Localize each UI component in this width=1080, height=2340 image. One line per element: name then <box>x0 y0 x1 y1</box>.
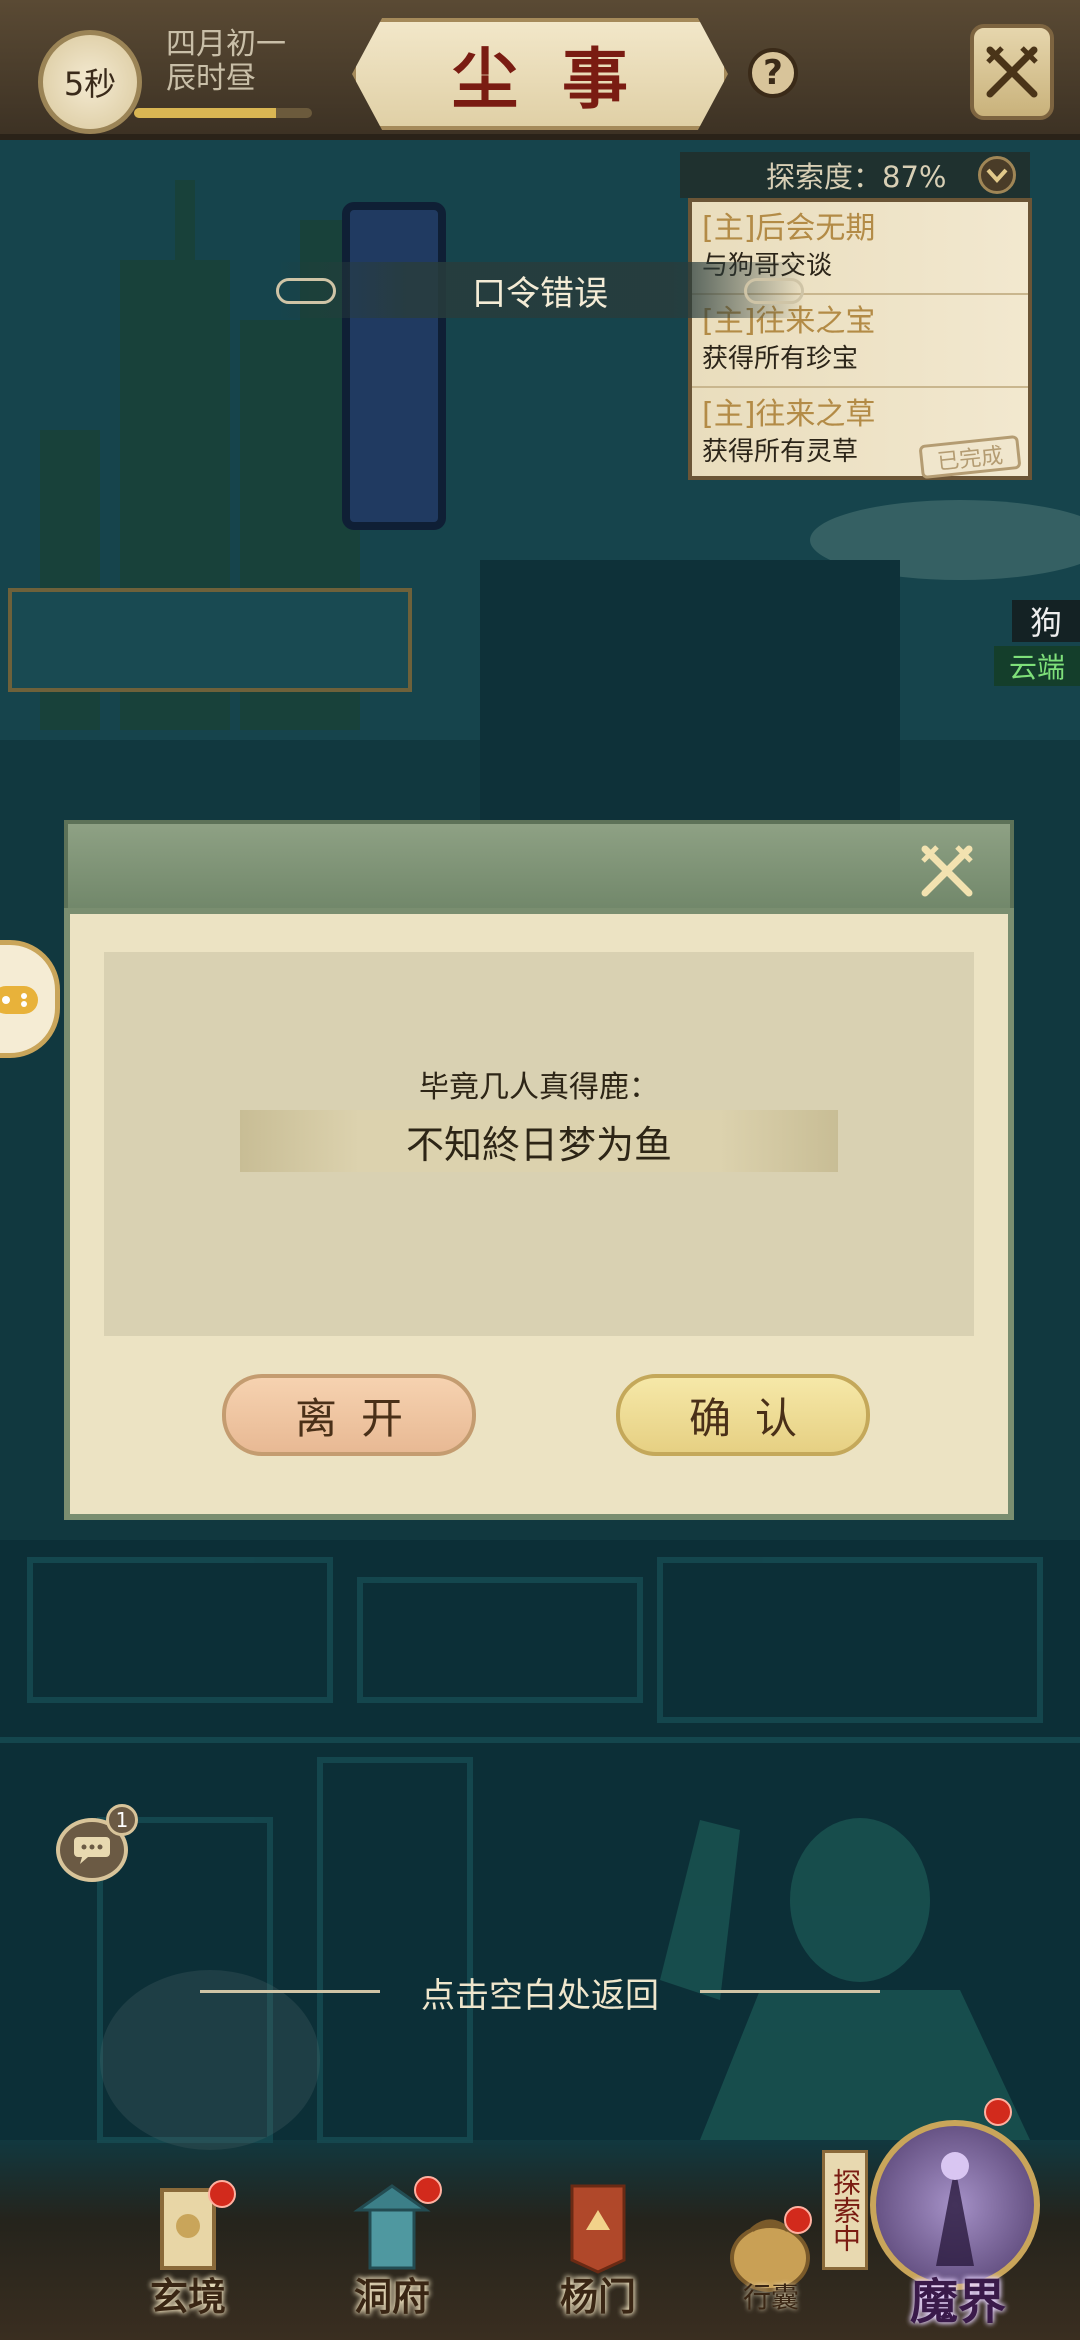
lunar-date: 四月初一 <box>166 27 286 62</box>
quest-title: [主]后会无期 <box>702 211 876 246</box>
nav-label: 杨门 <box>559 2274 636 2319</box>
swirl-ornament-right <box>744 278 804 304</box>
date-display: 四月初一 辰时昼 <box>166 28 286 96</box>
time-of-day: 辰时昼 <box>166 61 256 96</box>
swirl-ornament-left <box>276 278 336 304</box>
nav-item-xuanjing[interactable]: 玄境 <box>118 2180 258 2330</box>
quest-title: [主]往来之草 <box>702 397 876 432</box>
leave-button[interactable]: 离开 <box>222 1374 476 1456</box>
quest-collapse-toggle[interactable] <box>978 156 1016 194</box>
nav-label: 玄境 <box>149 2274 226 2319</box>
day-progress-bar <box>134 108 312 118</box>
dialog-close-button[interactable] <box>914 838 980 904</box>
quest-list: [主]后会无期 与狗哥交谈 [主]往来之宝 获得所有珍宝 [主]往来之草 获得所… <box>688 198 1032 480</box>
chat-bubble-icon <box>74 1837 110 1864</box>
help-button[interactable]: ? <box>748 48 798 98</box>
quest-desc: 获得所有珍宝 <box>702 344 859 374</box>
crossed-swords-icon <box>986 46 1038 98</box>
confirm-button[interactable]: 确认 <box>616 1374 870 1456</box>
top-bar: 5秒 四月初一 辰时昼 尘事 ? <box>0 0 1080 140</box>
nav-label: 洞府 <box>353 2274 430 2319</box>
npc-location-tag: 云端 <box>994 646 1080 686</box>
nav-item-dongfu[interactable]: 洞府 <box>322 2176 462 2330</box>
page-title: 尘事 <box>452 40 672 118</box>
world-label: 魔界 <box>909 2274 1006 2330</box>
chevron-down-icon <box>986 168 1008 183</box>
title-plaque: 尘事 <box>352 18 728 130</box>
riddle-prompt: 毕竟几人真得鹿： <box>419 1070 659 1105</box>
dialog-content-area: 毕竟几人真得鹿： 不知終日梦为鱼 <box>104 952 974 1336</box>
exit-button[interactable] <box>970 24 1054 120</box>
gamepad-icon <box>0 986 38 1014</box>
countdown-timer: 5秒 <box>38 30 142 134</box>
notification-dot <box>984 2098 1012 2126</box>
exploring-status-tag: 探索中 <box>822 2150 868 2270</box>
password-dialog: 毕竟几人真得鹿： 不知終日梦为鱼 离开 确认 <box>64 820 1014 1520</box>
dialog-body: 毕竟几人真得鹿： 不知終日梦为鱼 离开 确认 <box>64 908 1014 1520</box>
bag-label: 行囊 <box>742 2281 799 2314</box>
notification-dot <box>208 2180 236 2208</box>
crossed-swords-icon <box>921 845 973 897</box>
notification-dot <box>784 2206 812 2234</box>
error-toast: 口令错误 <box>276 262 804 318</box>
toast-message: 口令错误 <box>472 273 608 314</box>
dialog-header <box>64 820 1014 910</box>
nav-item-yangmen[interactable]: 杨门 <box>528 2180 668 2330</box>
notification-dot <box>414 2176 442 2204</box>
tap-to-return-hint[interactable]: 点击空白处返回 <box>330 1964 750 2020</box>
answer-field[interactable]: 不知終日梦为鱼 <box>240 1110 838 1172</box>
demon-realm-icon <box>936 2152 974 2266</box>
day-progress-fill <box>134 108 277 118</box>
npc-name-label[interactable]: 狗 <box>1012 600 1080 642</box>
chat-unread-badge: 1 <box>106 1804 138 1836</box>
banner-icon <box>570 2184 626 2274</box>
